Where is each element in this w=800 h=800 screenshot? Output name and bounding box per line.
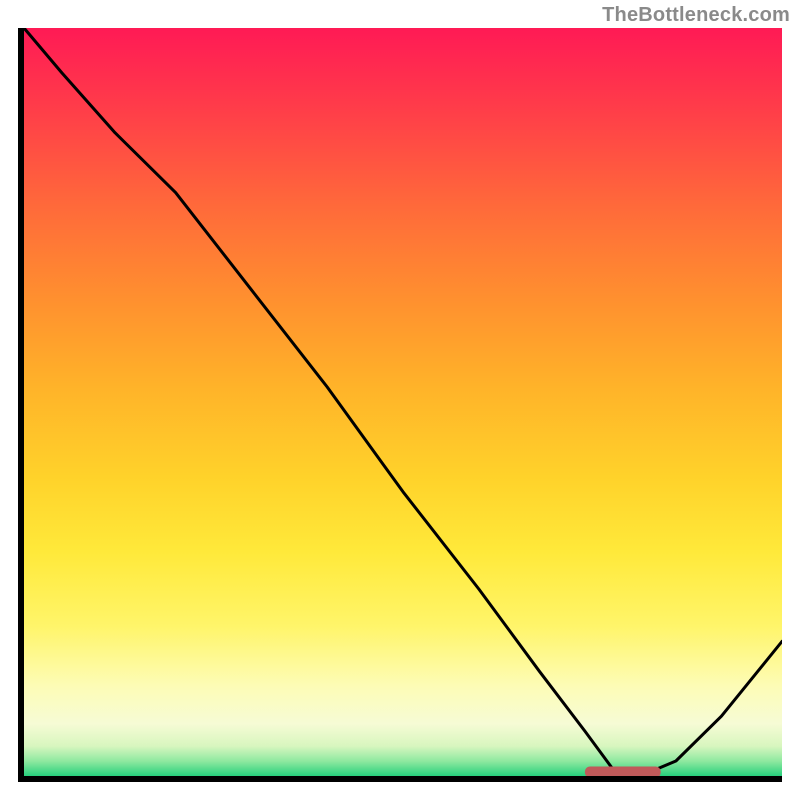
chart-optimal-marker — [585, 767, 661, 777]
chart-plot-area — [18, 28, 782, 782]
attribution-text: TheBottleneck.com — [602, 4, 790, 27]
chart-line-series — [24, 28, 782, 774]
chart-svg — [24, 28, 782, 776]
